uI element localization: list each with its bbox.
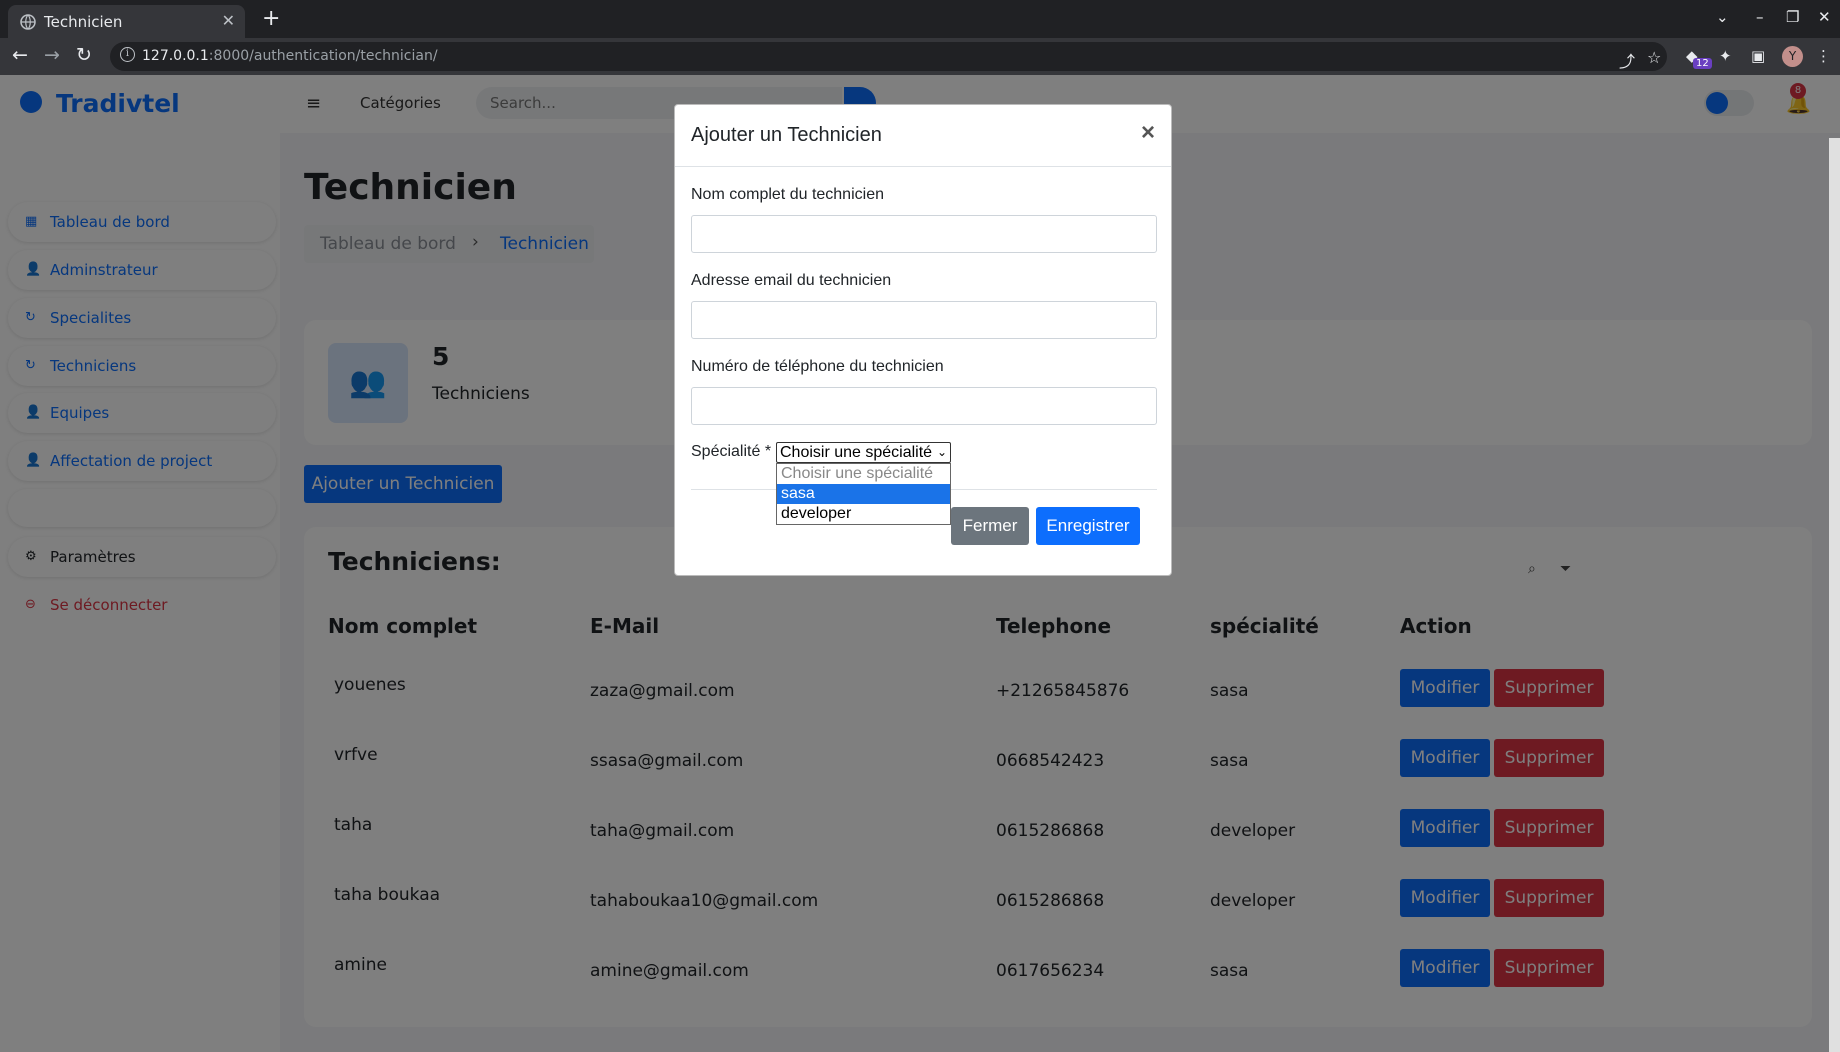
phone-input[interactable] xyxy=(691,387,1157,425)
bookmark-star-icon[interactable]: ☆ xyxy=(1647,48,1661,67)
reload-icon[interactable]: ↻ xyxy=(76,44,92,66)
browser-tab[interactable]: Technicien ✕ xyxy=(8,5,245,38)
email-label: Adresse email du technicien xyxy=(691,272,892,289)
specialty-selected-value: Choisir une spécialité xyxy=(780,444,933,461)
forward-icon[interactable]: → xyxy=(44,44,60,66)
option-placeholder: Choisir une spécialité xyxy=(781,465,934,482)
profile-avatar[interactable]: Y xyxy=(1782,46,1803,67)
browser-toolbar: ← → ↻ i 127.0.0.1:8000/authentication/te… xyxy=(0,38,1840,75)
close-button[interactable]: Fermer xyxy=(951,507,1029,545)
option-sasa[interactable]: sasa xyxy=(777,484,950,504)
tab-search-icon[interactable]: ⌄ xyxy=(1716,8,1729,26)
puzzle-icon[interactable]: ✦ xyxy=(1719,47,1732,65)
address-bar[interactable]: i 127.0.0.1:8000/authentication/technici… xyxy=(110,42,1667,71)
window-close-icon[interactable]: ✕ xyxy=(1818,8,1831,26)
maximize-icon[interactable]: ❐ xyxy=(1786,8,1799,26)
specialty-label: Spécialité * xyxy=(691,443,772,460)
name-input[interactable] xyxy=(691,215,1157,253)
modal-close-icon[interactable]: × xyxy=(1141,119,1155,147)
option-developer[interactable]: developer xyxy=(777,504,950,524)
name-label: Nom complet du technicien xyxy=(691,186,884,203)
url-text: 127.0.0.1:8000/authentication/technician… xyxy=(142,48,438,64)
globe-icon xyxy=(20,14,36,30)
page-scrollbar[interactable] xyxy=(1829,138,1840,1052)
back-icon[interactable]: ← xyxy=(12,44,28,66)
tab-title: Technicien xyxy=(44,13,123,31)
browser-tabstrip: Technicien ✕ + ⌄ – ❐ ✕ xyxy=(0,0,1840,38)
new-tab-icon[interactable]: + xyxy=(262,6,280,31)
save-button[interactable]: Enregistrer xyxy=(1036,507,1140,545)
modal-header: Ajouter un Technicien × xyxy=(675,105,1171,167)
specialty-dropdown: Choisir une spécialité sasa developer xyxy=(776,463,951,525)
share-icon[interactable]: ⤴ xyxy=(1619,48,1635,72)
site-info-icon[interactable]: i xyxy=(120,47,135,62)
specialty-select[interactable]: Choisir une spécialité ⌄ xyxy=(776,442,951,463)
extension-badge: 12 xyxy=(1693,58,1712,69)
side-panel-icon[interactable]: ▣ xyxy=(1751,47,1765,65)
menu-dots-icon[interactable]: ⋮ xyxy=(1816,47,1831,65)
chevron-down-icon: ⌄ xyxy=(936,445,947,459)
add-technician-modal: Ajouter un Technicien × Nom complet du t… xyxy=(674,104,1172,576)
tab-close-icon[interactable]: ✕ xyxy=(222,11,235,30)
email-input[interactable] xyxy=(691,301,1157,339)
modal-title: Ajouter un Technicien xyxy=(691,124,882,146)
minimize-icon[interactable]: – xyxy=(1756,8,1764,26)
phone-label: Numéro de téléphone du technicien xyxy=(691,358,944,375)
